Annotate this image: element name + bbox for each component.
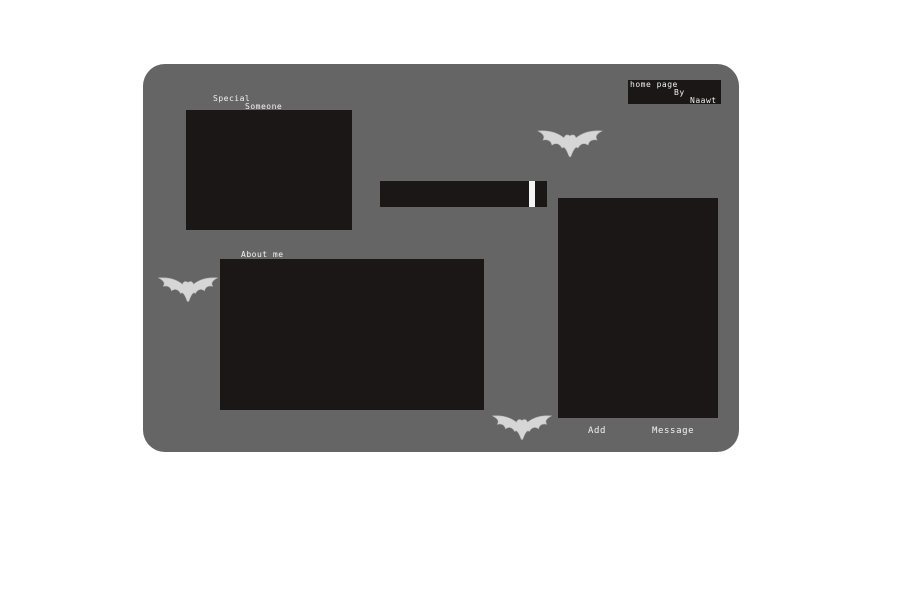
friends-box (558, 198, 718, 418)
special-someone-box (186, 110, 352, 230)
about-me-label: About me (241, 250, 284, 259)
bat-icon (535, 126, 605, 158)
media-bar[interactable] (380, 181, 547, 207)
header-title-line3: Naawt (690, 96, 717, 105)
header-title-line2: By (674, 88, 685, 97)
media-bar-handle[interactable] (529, 181, 535, 207)
about-me-box (220, 259, 484, 410)
add-link[interactable]: Add (588, 427, 606, 436)
header-title-line1: home page (630, 80, 678, 89)
bat-icon (490, 410, 554, 442)
message-link[interactable]: Message (652, 427, 694, 436)
bat-icon (156, 272, 220, 304)
